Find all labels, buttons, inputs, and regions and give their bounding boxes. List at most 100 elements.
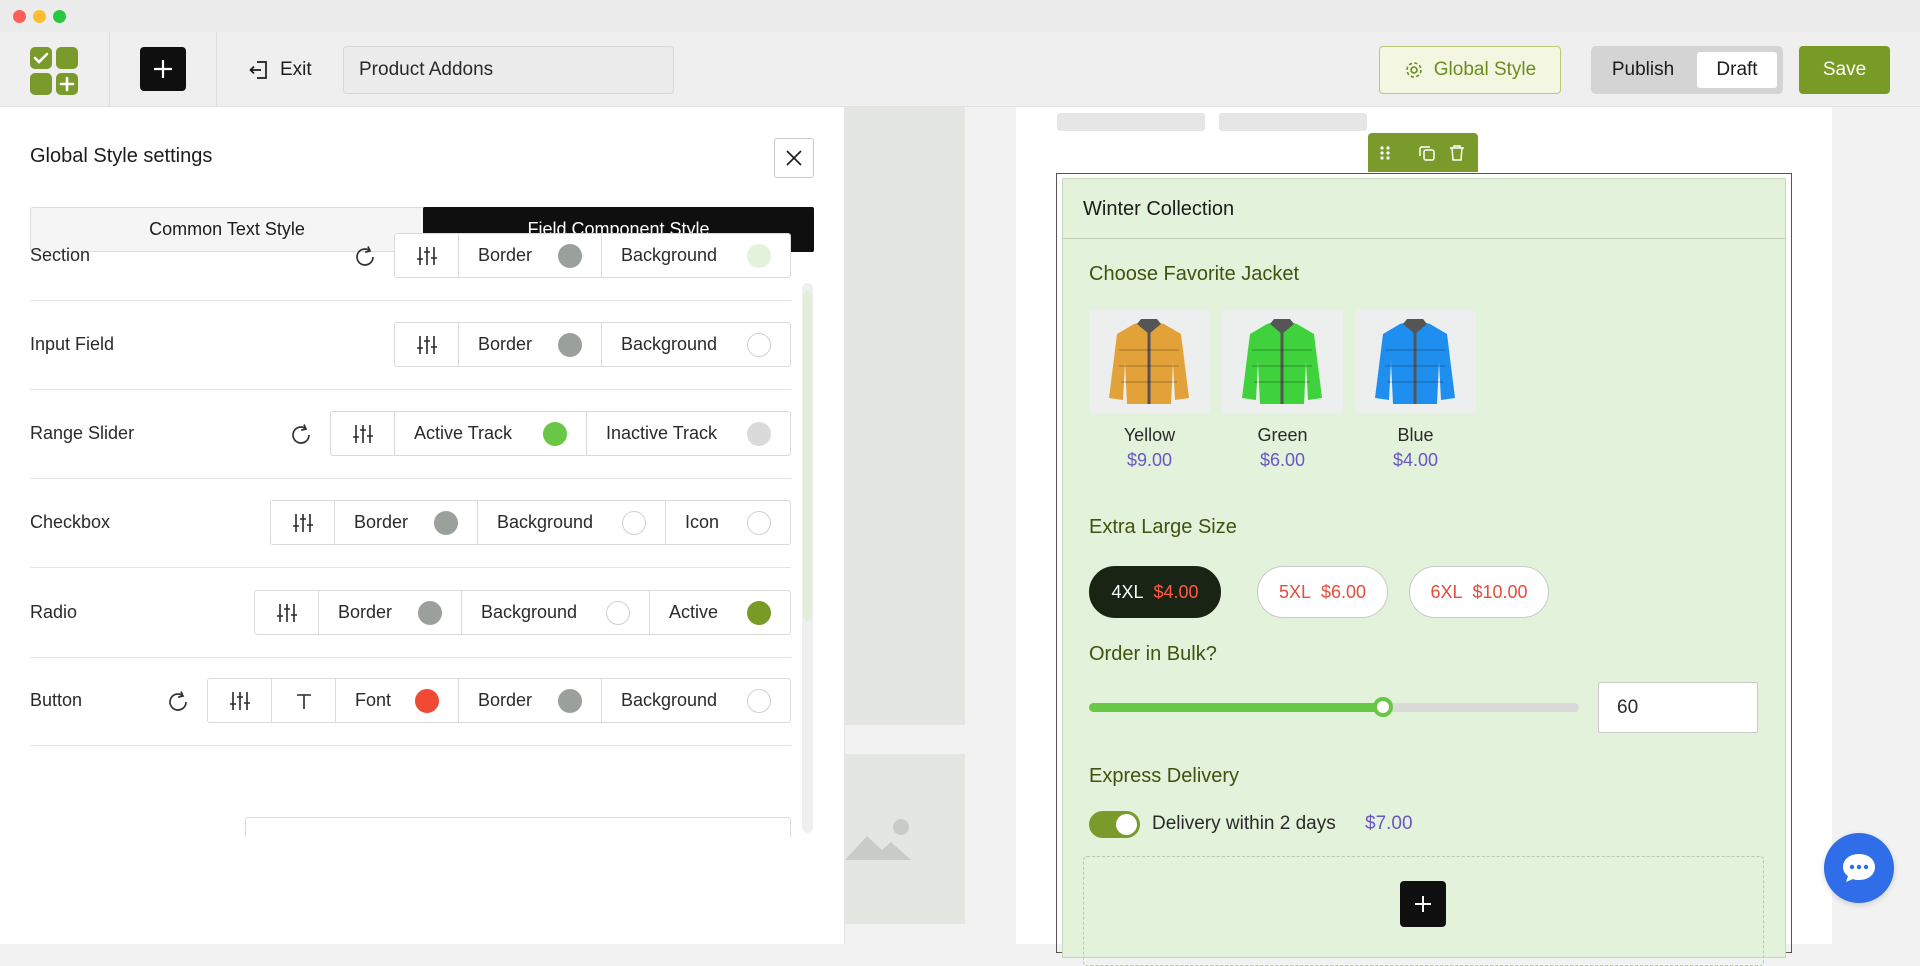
reset-icon[interactable]: [352, 244, 378, 270]
scrollbar-thumb[interactable]: [803, 291, 812, 621]
duplicate-icon[interactable]: [1418, 144, 1436, 162]
add-element-button[interactable]: [140, 47, 186, 91]
style-row-range-slider: Range Slider Active Track Inactive Track: [30, 390, 791, 479]
style-controls: Font Border Background: [207, 678, 791, 723]
draft-button[interactable]: Draft: [1697, 52, 1777, 88]
adjust-settings-button[interactable]: [331, 412, 395, 455]
adjust-settings-button[interactable]: [208, 679, 272, 722]
preview-section[interactable]: Winter Collection Choose Favorite Jacket…: [1062, 178, 1786, 966]
style-row-label: Button: [30, 690, 83, 710]
color-swatch[interactable]: [558, 243, 582, 268]
bulk-quantity-input[interactable]: [1598, 682, 1758, 733]
section-title: Winter Collection: [1083, 198, 1235, 220]
close-window-button[interactable]: [13, 10, 26, 23]
color-option-label: Background: [497, 512, 594, 532]
plus-icon: [154, 60, 172, 78]
style-row-label: Checkbox: [30, 512, 111, 532]
add-field-button[interactable]: [1400, 881, 1446, 927]
background-color-option[interactable]: Background: [602, 234, 790, 277]
background-color-option[interactable]: Background: [602, 679, 790, 722]
jacket-option-yellow[interactable]: [1089, 310, 1210, 413]
style-row-section: Section Border Background: [30, 212, 791, 301]
color-swatch[interactable]: [543, 421, 567, 446]
slider-thumb[interactable]: [1373, 697, 1393, 717]
typography-button[interactable]: [272, 679, 336, 722]
size-option-4xl[interactable]: 4XL $4.00: [1089, 566, 1221, 618]
global-style-button[interactable]: Global Style: [1379, 46, 1561, 94]
publish-status-toggle: Publish Draft: [1591, 46, 1783, 94]
color-option-label: Border: [338, 602, 393, 622]
adjust-settings-button[interactable]: [271, 501, 335, 544]
plus-icon: [1415, 896, 1431, 912]
exit-button[interactable]: Exit: [248, 56, 312, 84]
inactive-track-color-option[interactable]: Inactive Track: [587, 412, 790, 455]
adjust-settings-button[interactable]: [255, 591, 319, 634]
form-title-input[interactable]: [343, 46, 674, 94]
background-color-option[interactable]: Background: [478, 501, 666, 544]
form-preview-page: Winter Collection Choose Favorite Jacket…: [1016, 107, 1832, 966]
color-swatch[interactable]: [747, 332, 771, 357]
color-option-label: Font: [355, 690, 392, 710]
color-swatch[interactable]: [747, 510, 771, 535]
size-option-6xl[interactable]: 6XL $10.00: [1409, 566, 1549, 618]
border-color-option[interactable]: Border: [459, 679, 602, 722]
color-swatch[interactable]: [747, 243, 771, 268]
border-color-option[interactable]: Border: [319, 591, 462, 634]
jacket-option-green[interactable]: [1222, 310, 1343, 413]
reset-icon[interactable]: [288, 422, 314, 448]
jacket-option-blue[interactable]: [1355, 310, 1476, 413]
border-color-option[interactable]: Border: [335, 501, 478, 544]
chat-support-button[interactable]: [1824, 833, 1894, 903]
icon-color-option[interactable]: Icon: [666, 501, 790, 544]
color-swatch[interactable]: [606, 600, 630, 625]
gear-icon: [1405, 62, 1422, 78]
style-row-checkbox: Checkbox Border Background Icon: [30, 479, 791, 568]
sliders-icon: [416, 246, 437, 265]
toolbar-divider: [216, 32, 217, 107]
bulk-range-slider[interactable]: [1089, 697, 1579, 717]
delete-icon[interactable]: [1448, 144, 1466, 162]
active-color-option[interactable]: Active: [650, 591, 790, 634]
reset-icon[interactable]: [165, 689, 191, 715]
color-swatch[interactable]: [558, 688, 582, 713]
style-row-label: Range Slider: [30, 423, 135, 443]
border-color-option[interactable]: Border: [459, 323, 602, 366]
close-panel-button[interactable]: [774, 138, 814, 178]
color-option-label: Border: [478, 334, 533, 354]
color-swatch[interactable]: [558, 332, 582, 357]
adjust-settings-button[interactable]: [395, 234, 459, 277]
font-color-option[interactable]: Font: [336, 679, 459, 722]
active-track-color-option[interactable]: Active Track: [395, 412, 587, 455]
drag-handle-icon[interactable]: [1378, 145, 1392, 161]
size-price: $4.00: [1153, 581, 1199, 602]
background-color-option[interactable]: Background: [602, 323, 790, 366]
section-action-toolbar: [1368, 133, 1478, 172]
maximize-window-button[interactable]: [53, 10, 66, 23]
size-name: 6XL: [1430, 581, 1463, 602]
size-name: 5XL: [1278, 581, 1311, 602]
minimize-window-button[interactable]: [33, 10, 46, 23]
save-button[interactable]: Save: [1799, 46, 1890, 94]
background-color-option[interactable]: Background: [462, 591, 650, 634]
style-row-input-field: Input Field Border Background: [30, 301, 791, 390]
jacket-name: Green: [1257, 425, 1308, 445]
size-option-5xl[interactable]: 5XL $6.00: [1257, 566, 1388, 618]
express-delivery-toggle[interactable]: [1089, 811, 1140, 838]
color-swatch[interactable]: [622, 510, 646, 535]
jacket-name: Blue: [1397, 425, 1434, 445]
color-option-label: Border: [478, 690, 533, 710]
top-toolbar: Exit Global Style Publish Draft Save: [0, 32, 1920, 107]
panel-scrollbar[interactable]: [802, 283, 813, 833]
color-swatch[interactable]: [418, 600, 442, 625]
adjust-settings-button[interactable]: [395, 323, 459, 366]
style-row-label: Section: [30, 245, 91, 265]
color-swatch[interactable]: [415, 688, 439, 713]
publish-button[interactable]: Publish: [1599, 52, 1687, 88]
size-price: $10.00: [1472, 581, 1528, 602]
color-option-label: Active Track: [414, 423, 513, 443]
color-swatch[interactable]: [747, 688, 771, 713]
color-swatch[interactable]: [434, 510, 458, 535]
color-swatch[interactable]: [747, 421, 771, 446]
border-color-option[interactable]: Border: [459, 234, 602, 277]
color-swatch[interactable]: [747, 600, 771, 625]
